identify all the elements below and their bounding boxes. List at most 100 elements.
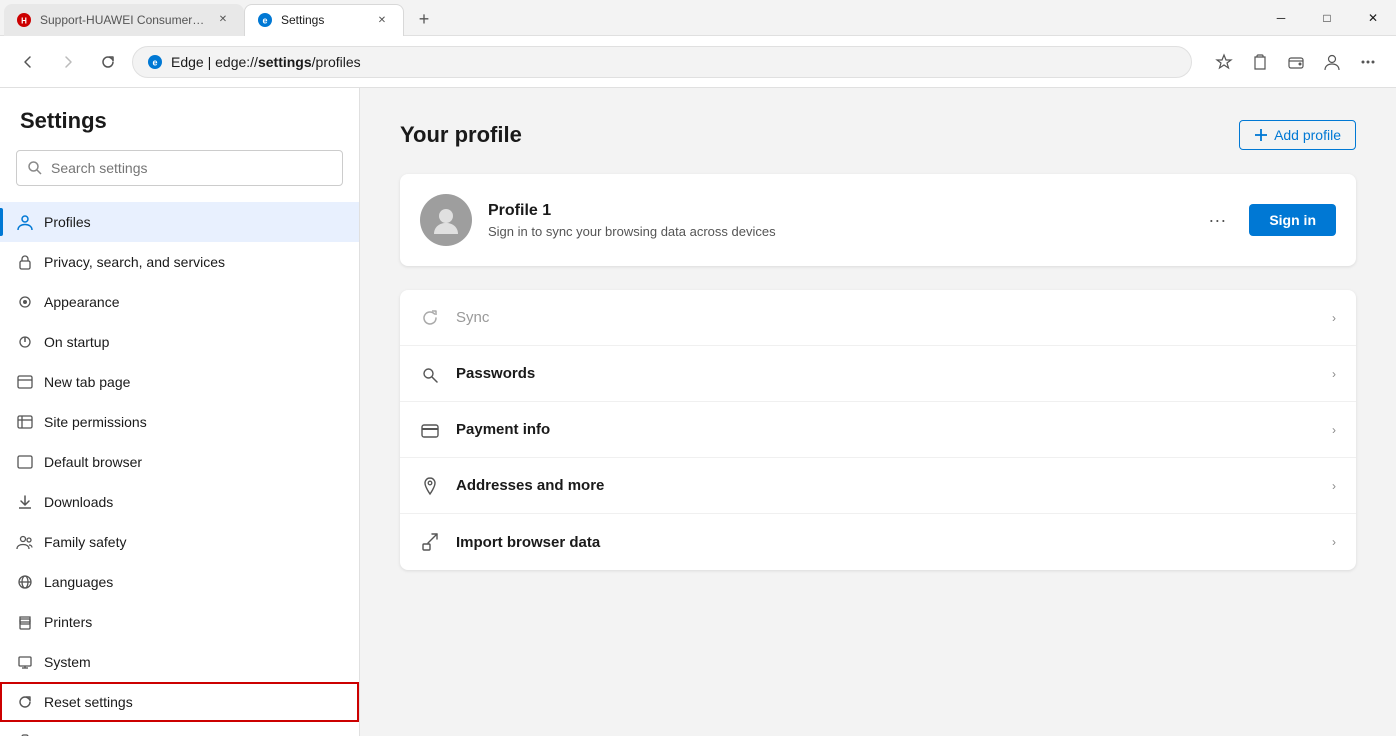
sidebar-item-downloads[interactable]: Downloads <box>0 482 359 522</box>
window-controls: ─ □ ✕ <box>1258 0 1396 36</box>
maximize-button[interactable]: □ <box>1304 0 1350 36</box>
profile-icon[interactable] <box>1316 46 1348 78</box>
menu-item-import[interactable]: Import browser data › <box>400 514 1356 570</box>
search-icon <box>27 160 43 176</box>
collections-icon[interactable] <box>1244 46 1276 78</box>
sidebar-item-printers-label: Printers <box>44 614 92 630</box>
edge-favicon-icon: e <box>257 12 273 28</box>
sidebar-item-sitepermissions[interactable]: Site permissions <box>0 402 359 442</box>
sidebar-item-appearance[interactable]: Appearance <box>0 282 359 322</box>
sidebar-item-newtab[interactable]: New tab page <box>0 362 359 402</box>
content-area: Your profile Add profile Profile 1 Sign … <box>360 88 1396 736</box>
menu-item-passwords[interactable]: Passwords › <box>400 346 1356 402</box>
profile-menu-items: Sync › Passwords › Payment info › <box>400 290 1356 570</box>
sync-icon <box>420 308 440 328</box>
sidebar-item-languages-label: Languages <box>44 574 113 590</box>
sidebar-item-privacy[interactable]: Privacy, search, and services <box>0 242 359 282</box>
languages-icon <box>16 573 34 591</box>
profiles-icon <box>16 213 34 231</box>
main-layout: Settings Profiles Privacy, search, and s… <box>0 88 1396 736</box>
address-brand: Edge <box>171 54 204 70</box>
huawei-favicon-icon: H <box>16 12 32 28</box>
printers-icon <box>16 613 34 631</box>
search-input[interactable] <box>51 160 332 176</box>
address-bar: e Edge | edge://settings/profiles <box>0 36 1396 88</box>
onstartup-icon <box>16 333 34 351</box>
import-icon <box>420 532 440 552</box>
privacy-icon <box>16 253 34 271</box>
sidebar-item-sitepermissions-label: Site permissions <box>44 414 147 430</box>
address-url-prefix: edge:// <box>215 54 258 70</box>
search-box[interactable] <box>16 150 343 186</box>
sidebar-item-familysafety[interactable]: Family safety <box>0 522 359 562</box>
sync-chevron-icon: › <box>1332 311 1336 325</box>
sidebar-item-printers[interactable]: Printers <box>0 602 359 642</box>
sidebar-item-resetsettings[interactable]: Reset settings <box>0 682 359 722</box>
favorites-icon[interactable] <box>1208 46 1240 78</box>
tab-huawei[interactable]: H Support-HUAWEI Consumer Off... ✕ <box>4 4 244 36</box>
sidebar-item-onstartup[interactable]: On startup <box>0 322 359 362</box>
menu-item-passwords-label: Passwords <box>456 365 1316 382</box>
tab-huawei-title: Support-HUAWEI Consumer Off... <box>40 13 206 27</box>
addresses-icon <box>420 476 440 496</box>
sign-in-button[interactable]: Sign in <box>1249 204 1336 236</box>
new-tab-button[interactable]: + <box>408 4 440 36</box>
menu-item-addresses-label: Addresses and more <box>456 477 1316 494</box>
add-profile-button[interactable]: Add profile <box>1239 120 1356 150</box>
system-icon <box>16 653 34 671</box>
sidebar-item-familysafety-label: Family safety <box>44 534 126 550</box>
payment-chevron-icon: › <box>1332 423 1336 437</box>
sidebar-item-defaultbrowser[interactable]: Default browser <box>0 442 359 482</box>
add-icon <box>1254 128 1268 142</box>
passwords-icon <box>420 364 440 384</box>
menu-item-import-label: Import browser data <box>456 534 1316 551</box>
address-edge-icon: e <box>147 54 163 70</box>
forward-button[interactable] <box>52 46 84 78</box>
more-button[interactable] <box>1352 46 1384 78</box>
avatar-icon <box>430 204 462 236</box>
sidebar-item-system-label: System <box>44 654 91 670</box>
wallet-icon[interactable] <box>1280 46 1312 78</box>
window-chrome: H Support-HUAWEI Consumer Off... ✕ e Set… <box>0 0 1396 36</box>
add-profile-label: Add profile <box>1274 127 1341 143</box>
page-title: Your profile <box>400 122 522 148</box>
tab-settings-close-icon[interactable]: ✕ <box>373 11 391 29</box>
import-chevron-icon: › <box>1332 535 1336 549</box>
minimize-button[interactable]: ─ <box>1258 0 1304 36</box>
profile-more-button[interactable]: ··· <box>1201 204 1233 236</box>
sidebar-item-profiles[interactable]: Profiles <box>0 202 359 242</box>
menu-item-payment[interactable]: Payment info › <box>400 402 1356 458</box>
tab-settings-title: Settings <box>281 13 365 27</box>
content-header: Your profile Add profile <box>400 120 1356 150</box>
sidebar-item-system[interactable]: System <box>0 642 359 682</box>
menu-item-addresses[interactable]: Addresses and more › <box>400 458 1356 514</box>
sidebar-title: Settings <box>0 108 359 150</box>
appearance-icon <box>16 293 34 311</box>
menu-item-sync[interactable]: Sync › <box>400 290 1356 346</box>
address-input[interactable]: e Edge | edge://settings/profiles <box>132 46 1192 78</box>
passwords-chevron-icon: › <box>1332 367 1336 381</box>
tab-bar: H Support-HUAWEI Consumer Off... ✕ e Set… <box>0 0 1258 36</box>
profile-card: Profile 1 Sign in to sync your browsing … <box>400 174 1356 266</box>
menu-item-sync-label: Sync <box>456 309 1316 326</box>
profile-name: Profile 1 <box>488 202 1185 220</box>
profile-info: Profile 1 Sign in to sync your browsing … <box>488 202 1185 239</box>
newtab-icon <box>16 373 34 391</box>
menu-item-payment-label: Payment info <box>456 421 1316 438</box>
tab-settings[interactable]: e Settings ✕ <box>244 4 404 36</box>
close-button[interactable]: ✕ <box>1350 0 1396 36</box>
downloads-icon <box>16 493 34 511</box>
sidebar-item-privacy-label: Privacy, search, and services <box>44 254 225 270</box>
sidebar-item-languages[interactable]: Languages <box>0 562 359 602</box>
addresses-chevron-icon: › <box>1332 479 1336 493</box>
sidebar-item-resetsettings-label: Reset settings <box>44 694 133 710</box>
sidebar-item-phonedevices[interactable]: Phone and other devices <box>0 722 359 736</box>
sidebar: Settings Profiles Privacy, search, and s… <box>0 88 360 736</box>
tab-huawei-close-icon[interactable]: ✕ <box>214 11 232 29</box>
address-text: Edge | edge://settings/profiles <box>171 54 1177 70</box>
sidebar-item-downloads-label: Downloads <box>44 494 113 510</box>
back-button[interactable] <box>12 46 44 78</box>
sitepermissions-icon <box>16 413 34 431</box>
refresh-button[interactable] <box>92 46 124 78</box>
sidebar-item-onstartup-label: On startup <box>44 334 109 350</box>
